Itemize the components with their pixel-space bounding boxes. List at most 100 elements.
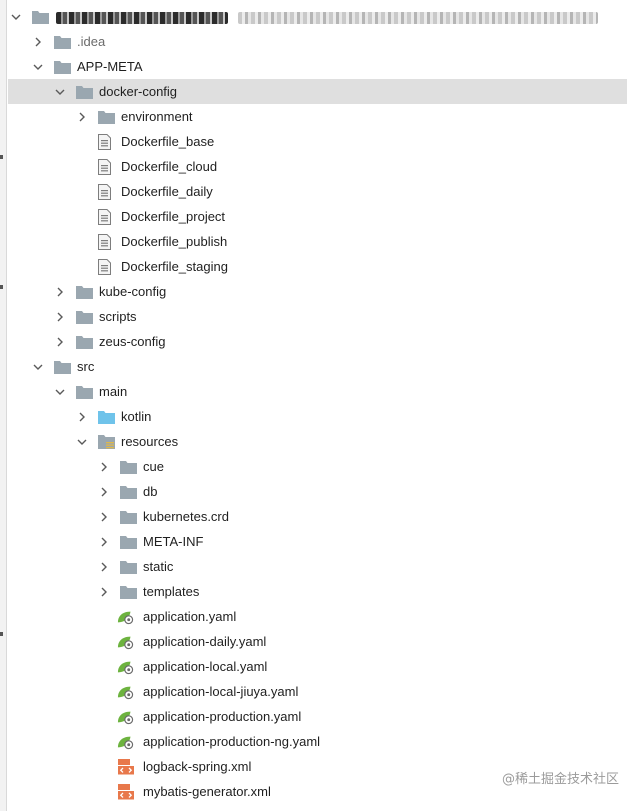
folder-icon: [54, 54, 72, 79]
tree-row-label: resources: [121, 434, 179, 449]
chevron-right-icon[interactable]: [98, 554, 110, 579]
tree-row-label: kotlin: [121, 409, 152, 424]
tree-row-label: scripts: [99, 309, 137, 324]
chevron-right-icon[interactable]: [76, 404, 88, 429]
chevron-right-icon[interactable]: [54, 279, 66, 304]
chevron-down-icon[interactable]: [32, 354, 44, 379]
tree-row-label: docker-config: [99, 84, 178, 99]
tree-row-application-production-ng-yaml[interactable]: application-production-ng.yaml: [8, 729, 627, 754]
chevron-right-icon[interactable]: [98, 579, 110, 604]
tree-row-dockerfile-publish[interactable]: Dockerfile_publish: [8, 229, 627, 254]
tree-row-dockerfile-daily[interactable]: Dockerfile_daily: [8, 179, 627, 204]
resources-folder-icon: [98, 429, 116, 454]
tree-row-application-local-yaml[interactable]: application-local.yaml: [8, 654, 627, 679]
tree-row-label: Dockerfile_publish: [121, 234, 228, 249]
tree-row-label: logback-spring.xml: [143, 759, 252, 774]
spring-config-icon: [117, 679, 135, 704]
tree-row-label: application-daily.yaml: [143, 634, 267, 649]
tree-row-dockerfile-base[interactable]: Dockerfile_base: [8, 129, 627, 154]
chevron-down-icon[interactable]: [76, 429, 88, 454]
tree-row-kotlin[interactable]: kotlin: [8, 404, 627, 429]
folder-icon: [76, 329, 94, 354]
chevron-right-icon[interactable]: [54, 304, 66, 329]
folder-icon: [120, 479, 138, 504]
tree-row-src[interactable]: src: [8, 354, 627, 379]
tree-row-application-production-yaml[interactable]: application-production.yaml: [8, 704, 627, 729]
tree-row-label: Dockerfile_staging: [121, 259, 228, 274]
chevron-down-icon[interactable]: [10, 4, 22, 29]
tree-row-label: Dockerfile_base: [121, 134, 215, 149]
chevron-right-icon[interactable]: [54, 329, 66, 354]
tree-row-label: APP-META: [77, 59, 143, 74]
folder-icon: [76, 379, 94, 404]
tree-row-label: Dockerfile_project: [121, 209, 226, 224]
tree-row-label: kubernetes.crd: [143, 509, 229, 524]
tree-row-docker-config[interactable]: docker-config: [8, 79, 627, 104]
tree-row-cue[interactable]: cue: [8, 454, 627, 479]
chevron-down-icon[interactable]: [54, 379, 66, 404]
chevron-down-icon[interactable]: [32, 54, 44, 79]
tree-row-idea[interactable]: .idea: [8, 29, 627, 54]
tree-row-dockerfile-project[interactable]: Dockerfile_project: [8, 204, 627, 229]
file-icon: [98, 154, 116, 179]
chevron-right-icon[interactable]: [32, 29, 44, 54]
tree-row-kubernetes-crd[interactable]: kubernetes.crd: [8, 504, 627, 529]
tree-row-static[interactable]: static: [8, 554, 627, 579]
tree-row-scripts[interactable]: scripts: [8, 304, 627, 329]
tree-row-resources[interactable]: resources: [8, 429, 627, 454]
file-icon: [98, 179, 116, 204]
file-icon: [98, 129, 116, 154]
chevron-right-icon[interactable]: [98, 529, 110, 554]
tree-row-label: application.yaml: [143, 609, 237, 624]
tree-row-label: cue: [143, 459, 164, 474]
folder-icon: [120, 554, 138, 579]
folder-icon: [32, 4, 50, 29]
tree-row-label: main: [99, 384, 128, 399]
tree-row-templates[interactable]: templates: [8, 579, 627, 604]
tree-row-dockerfile-staging[interactable]: Dockerfile_staging: [8, 254, 627, 279]
source-folder-icon: [98, 404, 116, 429]
tree-row-label: META-INF: [143, 534, 204, 549]
tree-row-label: application-local.yaml: [143, 659, 268, 674]
gutter-marker: [0, 632, 3, 636]
tree-row-zeus-config[interactable]: zeus-config: [8, 329, 627, 354]
folder-icon: [120, 579, 138, 604]
editor-gutter-edge: [0, 0, 7, 811]
file-icon: [98, 204, 116, 229]
chevron-right-icon[interactable]: [76, 104, 88, 129]
tree-row-label: src: [77, 359, 95, 374]
tree-row-application-yaml[interactable]: application.yaml: [8, 604, 627, 629]
watermark: @稀土掘金技术社区: [501, 772, 619, 787]
tree-row-label: application-production-ng.yaml: [143, 734, 321, 749]
tree-row-label: Dockerfile_cloud: [121, 159, 218, 174]
tree-row-main[interactable]: main: [8, 379, 627, 404]
tree-row-dockerfile-cloud[interactable]: Dockerfile_cloud: [8, 154, 627, 179]
project-tree: .idea APP-META docker-config environment Doc…: [8, 4, 627, 804]
tree-row-db[interactable]: db: [8, 479, 627, 504]
file-icon: [98, 229, 116, 254]
tree-row-label: templates: [143, 584, 200, 599]
folder-icon: [120, 504, 138, 529]
spring-config-icon: [117, 729, 135, 754]
spring-config-icon: [117, 629, 135, 654]
xml-file-icon: [117, 779, 135, 804]
folder-icon: [76, 304, 94, 329]
file-icon: [98, 254, 116, 279]
chevron-right-icon[interactable]: [98, 504, 110, 529]
tree-row-application-local-jiuya-yaml[interactable]: application-local-jiuya.yaml: [8, 679, 627, 704]
tree-row-application-daily-yaml[interactable]: application-daily.yaml: [8, 629, 627, 654]
chevron-right-icon[interactable]: [98, 479, 110, 504]
chevron-down-icon[interactable]: [54, 79, 66, 104]
blurred-root-name: [56, 4, 598, 29]
tree-root-row[interactable]: [8, 4, 627, 29]
tree-row-kube-config[interactable]: kube-config: [8, 279, 627, 304]
tree-row-environment[interactable]: environment: [8, 104, 627, 129]
tree-row-label: Dockerfile_daily: [121, 184, 213, 199]
chevron-right-icon[interactable]: [98, 454, 110, 479]
tree-row-meta-inf[interactable]: META-INF: [8, 529, 627, 554]
folder-icon: [76, 79, 94, 104]
spring-config-icon: [117, 704, 135, 729]
tree-row-app-meta[interactable]: APP-META: [8, 54, 627, 79]
xml-file-icon: [117, 754, 135, 779]
folder-icon: [120, 454, 138, 479]
